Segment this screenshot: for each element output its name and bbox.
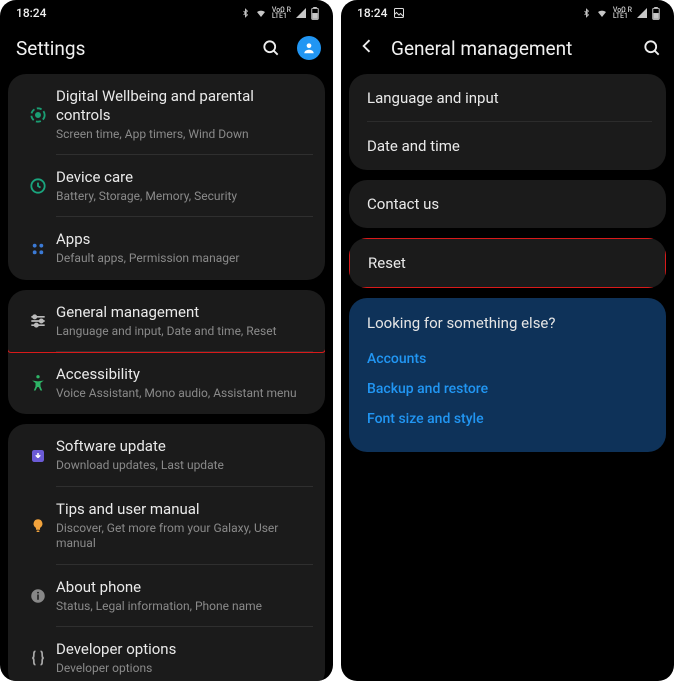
lte-icon: VoΩ RLTE1: [613, 7, 632, 20]
lightbulb-icon: [20, 517, 56, 535]
banner-link-backup-and-restore[interactable]: Backup and restore: [367, 374, 648, 404]
wifi-icon: [595, 7, 609, 19]
accessibility-icon: [20, 373, 56, 393]
item-title: General management: [56, 303, 311, 322]
download-icon: [20, 447, 56, 465]
item-title: About phone: [56, 578, 311, 597]
gm-group: Language and inputDate and time: [349, 74, 666, 170]
gm-item-date-and-time[interactable]: Date and time: [349, 122, 666, 170]
banner-question: Looking for something else?: [367, 314, 648, 332]
wifi-icon: [254, 7, 268, 19]
person-icon: [302, 41, 316, 55]
item-subtitle: Default apps, Permission manager: [56, 251, 311, 267]
status-icons: VoΩ RLTE1: [241, 7, 319, 20]
item-title: Digital Wellbeing and parental controls: [56, 87, 311, 125]
status-icons: VoΩ RLTE1: [582, 7, 660, 20]
settings-group: Software update Download updates, Last up…: [8, 424, 325, 681]
item-title: Apps: [56, 230, 311, 249]
settings-item-wellbeing[interactable]: Digital Wellbeing and parental controls S…: [8, 74, 325, 155]
settings-item-sw-update[interactable]: Software update Download updates, Last up…: [8, 424, 325, 486]
phone-right: 18:24 VoΩ RLTE1 General management Langu…: [341, 0, 674, 681]
item-title: Software update: [56, 437, 311, 456]
item-subtitle: Status, Legal information, Phone name: [56, 599, 311, 615]
apps-icon: [20, 239, 56, 259]
search-icon[interactable]: [261, 38, 281, 58]
suggestion-banner: Looking for something else? AccountsBacku…: [349, 298, 666, 452]
gm-item-language-and-input[interactable]: Language and input: [349, 74, 666, 122]
item-subtitle: Language and input, Date and time, Reset: [56, 324, 311, 340]
item-subtitle: Voice Assistant, Mono audio, Assistant m…: [56, 386, 311, 402]
profile-avatar[interactable]: [297, 36, 321, 60]
settings-item-about[interactable]: About phone Status, Legal information, Ph…: [8, 565, 325, 627]
code-braces-icon: [20, 648, 56, 668]
item-subtitle: Discover, Get more from your Galaxy, Use…: [56, 521, 311, 552]
chevron-left-icon: [357, 36, 377, 56]
item-subtitle: Developer options: [56, 661, 311, 677]
page-title: General management: [391, 37, 642, 60]
item-subtitle: Screen time, App timers, Wind Down: [56, 127, 311, 143]
statusbar: 18:24 VoΩ RLTE1: [0, 0, 333, 26]
settings-item-tips[interactable]: Tips and user manual Discover, Get more f…: [8, 487, 325, 565]
gm-item-reset[interactable]: Reset: [349, 238, 666, 288]
battery-icon: [311, 7, 319, 20]
info-icon: [20, 587, 56, 605]
gm-group: Contact us: [349, 180, 666, 228]
statusbar-time: 18:24: [357, 6, 387, 20]
battery-icon: [652, 7, 660, 20]
settings-item-general[interactable]: General management Language and input, Da…: [8, 290, 325, 353]
item-subtitle: Battery, Storage, Memory, Security: [56, 189, 311, 205]
phone-left: 18:24 VoΩ RLTE1 Settings Digital Wellbei…: [0, 0, 333, 681]
signal-icon: [295, 7, 307, 19]
screenshot-icon: [393, 7, 405, 19]
statusbar-time: 18:24: [16, 6, 46, 20]
item-title: Tips and user manual: [56, 500, 311, 519]
settings-item-device-care[interactable]: Device care Battery, Storage, Memory, Sec…: [8, 155, 325, 217]
bluetooth-icon: [582, 7, 591, 19]
bluetooth-icon: [241, 7, 250, 19]
settings-item-accessibility[interactable]: Accessibility Voice Assistant, Mono audio…: [8, 352, 325, 414]
settings-group: Digital Wellbeing and parental controls S…: [8, 74, 325, 280]
statusbar: 18:24 VoΩ RLTE1: [341, 0, 674, 26]
gm-group: Reset: [349, 238, 666, 288]
search-icon[interactable]: [642, 38, 662, 58]
banner-link-font-size-and-style[interactable]: Font size and style: [367, 404, 648, 434]
settings-group: General management Language and input, Da…: [8, 290, 325, 415]
item-subtitle: Download updates, Last update: [56, 458, 311, 474]
signal-icon: [636, 7, 648, 19]
settings-item-dev[interactable]: Developer options Developer options: [8, 627, 325, 681]
wellbeing-icon: [20, 105, 56, 125]
item-title: Developer options: [56, 640, 311, 659]
lte-icon: VoΩ RLTE1: [272, 7, 291, 20]
gm-item-contact-us[interactable]: Contact us: [349, 180, 666, 228]
banner-link-accounts[interactable]: Accounts: [367, 344, 648, 374]
settings-item-apps[interactable]: Apps Default apps, Permission manager: [8, 217, 325, 279]
gm-header: General management: [341, 26, 674, 74]
settings-list[interactable]: Digital Wellbeing and parental controls S…: [0, 74, 333, 681]
device-care-icon: [20, 176, 56, 196]
back-button[interactable]: [357, 36, 377, 60]
gm-list[interactable]: Language and inputDate and time Contact u…: [341, 74, 674, 681]
statusbar-left: 18:24: [357, 6, 405, 20]
sliders-icon: [20, 311, 56, 331]
item-title: Accessibility: [56, 365, 311, 384]
page-title: Settings: [16, 37, 261, 60]
item-title: Device care: [56, 168, 311, 187]
settings-header: Settings: [0, 26, 333, 74]
